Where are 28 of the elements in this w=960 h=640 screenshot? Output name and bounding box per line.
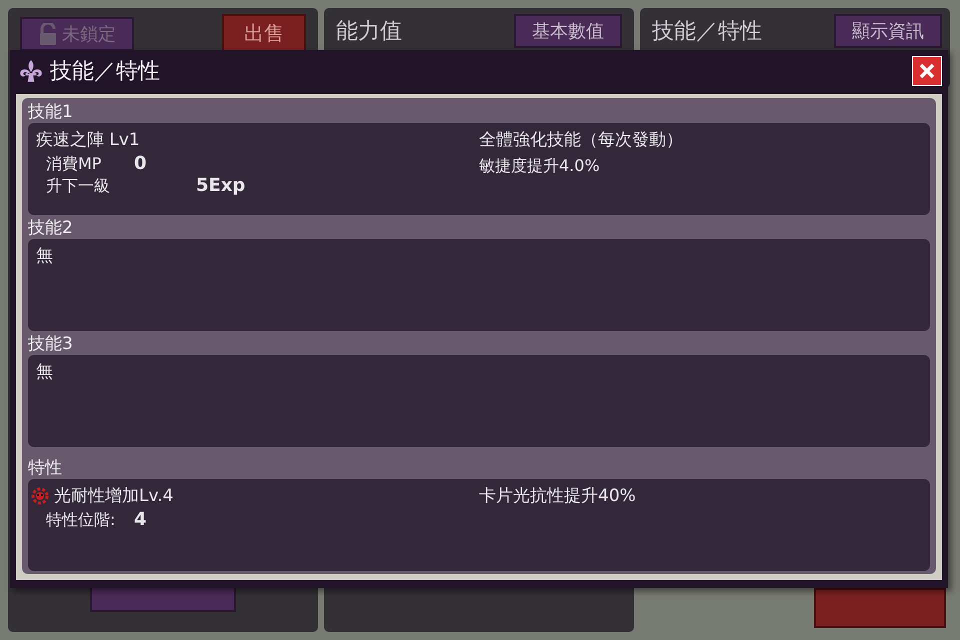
fleur-de-lis-icon (18, 58, 44, 84)
sell-button[interactable]: 出售 (222, 14, 306, 53)
section-label: 特性 (28, 457, 63, 479)
field-value: 0 (134, 153, 147, 175)
skill-name: 疾速之陣 Lv1 (36, 129, 141, 152)
section-label: 技能2 (28, 217, 74, 239)
skill-effect: 敏捷度提升4.0% (479, 155, 601, 177)
dialog-title: 技能／特性 (50, 58, 161, 86)
padlock-icon (38, 22, 58, 44)
skill-type: 全體強化技能（每次發動） (479, 129, 684, 152)
field-label: 特性位階: (46, 509, 116, 531)
section-label: 技能3 (28, 333, 74, 355)
section-label: 技能1 (28, 101, 74, 123)
gear-icon (30, 486, 50, 506)
show-info-button[interactable]: 顯示資訊 (834, 14, 942, 48)
field-value: 5Exp (196, 175, 246, 197)
skill-name: 無 (36, 245, 54, 268)
trait-name: 光耐性增加Lv.4 (54, 485, 174, 508)
close-icon (917, 61, 937, 81)
panel-title: 能力值 (336, 18, 402, 46)
basic-stats-button[interactable]: 基本數值 (514, 14, 622, 48)
field-value: 4 (134, 509, 147, 531)
panel-title: 技能／特性 (652, 18, 762, 46)
skill-name: 無 (36, 361, 54, 384)
field-label: 消費MP (46, 153, 102, 175)
trait-effect: 卡片光抗性提升40% (479, 485, 637, 508)
field-label: 升下一級 (46, 175, 111, 197)
close-button[interactable] (912, 56, 942, 86)
